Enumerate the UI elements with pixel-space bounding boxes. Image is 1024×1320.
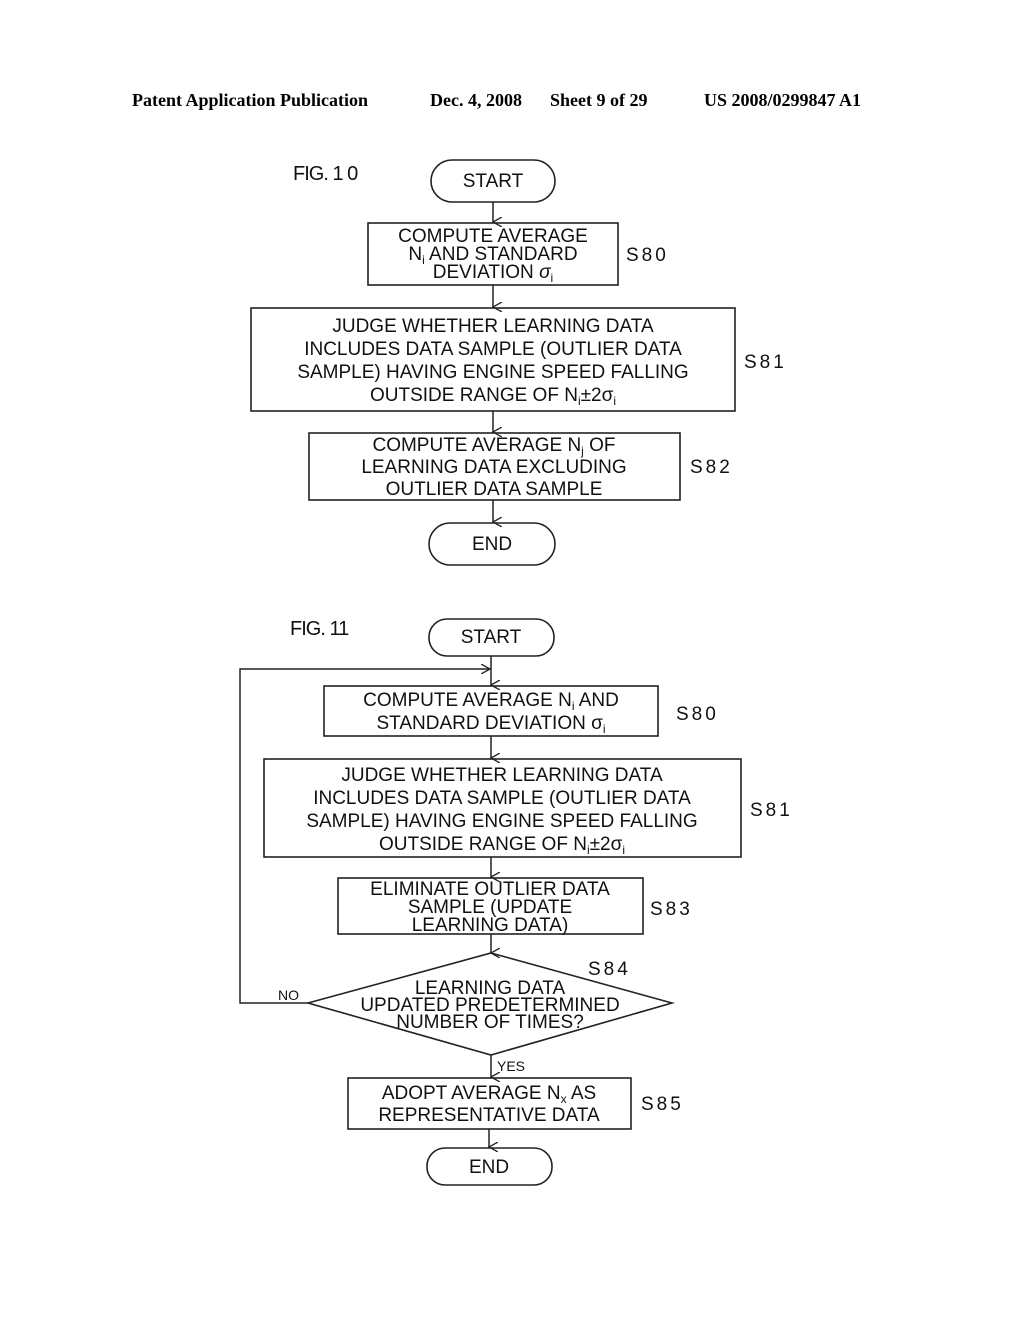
fig11-no-label: NO (278, 987, 299, 1003)
fig11-step-s80: COMPUTE AVERAGE Ni AND STANDARD DEVIATIO… (323, 685, 659, 737)
fig10-s81-line4: OUTSIDE RANGE OF Ni±2σi (370, 385, 616, 408)
fig11-start-terminal: START (428, 618, 555, 657)
fig10-s82-line2: LEARNING DATA EXCLUDING (361, 457, 626, 478)
fig10-s80-step-label: S80 (626, 245, 669, 266)
fig11-step-s85: ADOPT AVERAGE Nx AS REPRESENTATIVE DATA (347, 1077, 632, 1130)
fig10-s82-line1: COMPUTE AVERAGE Nj OF (372, 435, 615, 458)
fig11-s85-line1: ADOPT AVERAGE Nx AS (382, 1083, 596, 1106)
flowchart-canvas: FIG. 1 0 START COMPUTE AVERAGE Ni AND ST… (239, 159, 793, 1186)
fig11-s83-line3: LEARNING DATA) (412, 915, 569, 936)
fig11-s81-step-label: S81 (750, 800, 793, 821)
fig11-s84-line3: NUMBER OF TIMES? (396, 1012, 584, 1033)
fig11-step-s83: ELIMINATE OUTLIER DATA SAMPLE (UPDATE LE… (337, 877, 644, 936)
fig11-s81-line1: JUDGE WHETHER LEARNING DATA (341, 765, 663, 786)
fig11-s85-line2: REPRESENTATIVE DATA (378, 1105, 600, 1126)
figure-11: FIG. 11 START COMPUTE AVERAGE Ni AND STA… (239, 618, 793, 1186)
fig10-step-s81: JUDGE WHETHER LEARNING DATA INCLUDES DAT… (250, 307, 736, 412)
fig10-s81-step-label: S81 (744, 352, 787, 373)
fig11-s80-line2: STANDARD DEVIATION σi (376, 713, 605, 736)
fig10-s81-line2: INCLUDES DATA SAMPLE (OUTLIER DATA (304, 339, 682, 360)
fig11-step-s81: JUDGE WHETHER LEARNING DATA INCLUDES DAT… (263, 758, 742, 858)
fig11-s81-line3: SAMPLE) HAVING ENGINE SPEED FALLING (306, 811, 697, 832)
fig10-end-label: END (472, 534, 512, 555)
fig10-end-terminal: END (428, 522, 556, 566)
fig11-s83-step-label: S83 (650, 899, 693, 920)
fig10-step-s82: COMPUTE AVERAGE Nj OF LEARNING DATA EXCL… (308, 432, 681, 501)
fig10-s82-step-label: S82 (690, 457, 733, 478)
fig10-start-terminal: START (430, 159, 556, 203)
figure-10: FIG. 1 0 START COMPUTE AVERAGE Ni AND ST… (250, 159, 787, 566)
fig10-s82-line3: OUTLIER DATA SAMPLE (386, 479, 603, 500)
fig11-title: FIG. 11 (290, 618, 349, 640)
fig11-s81-line2: INCLUDES DATA SAMPLE (OUTLIER DATA (313, 788, 691, 809)
fig11-s81-line4: OUTSIDE RANGE OF Ni±2σi (379, 834, 625, 857)
fig10-s81-line1: JUDGE WHETHER LEARNING DATA (332, 316, 654, 337)
fig11-s84-step-label: S84 (588, 959, 631, 980)
fig11-start-label: START (461, 627, 522, 648)
fig11-end-terminal: END (426, 1147, 553, 1186)
fig11-s85-step-label: S85 (641, 1094, 684, 1115)
fig10-s80-line3: DEVIATION σi (433, 262, 553, 285)
fig10-title: FIG. 1 0 (293, 163, 358, 185)
fig11-yes-label: YES (497, 1058, 525, 1074)
fig10-start-label: START (463, 171, 524, 192)
fig11-end-label: END (469, 1157, 509, 1178)
fig10-step-s80: COMPUTE AVERAGE Ni AND STANDARD DEVIATIO… (367, 222, 619, 286)
fig10-s81-line3: SAMPLE) HAVING ENGINE SPEED FALLING (297, 362, 688, 383)
fig11-s80-step-label: S80 (676, 704, 719, 725)
fig11-s80-line1: COMPUTE AVERAGE Ni AND (363, 690, 619, 713)
